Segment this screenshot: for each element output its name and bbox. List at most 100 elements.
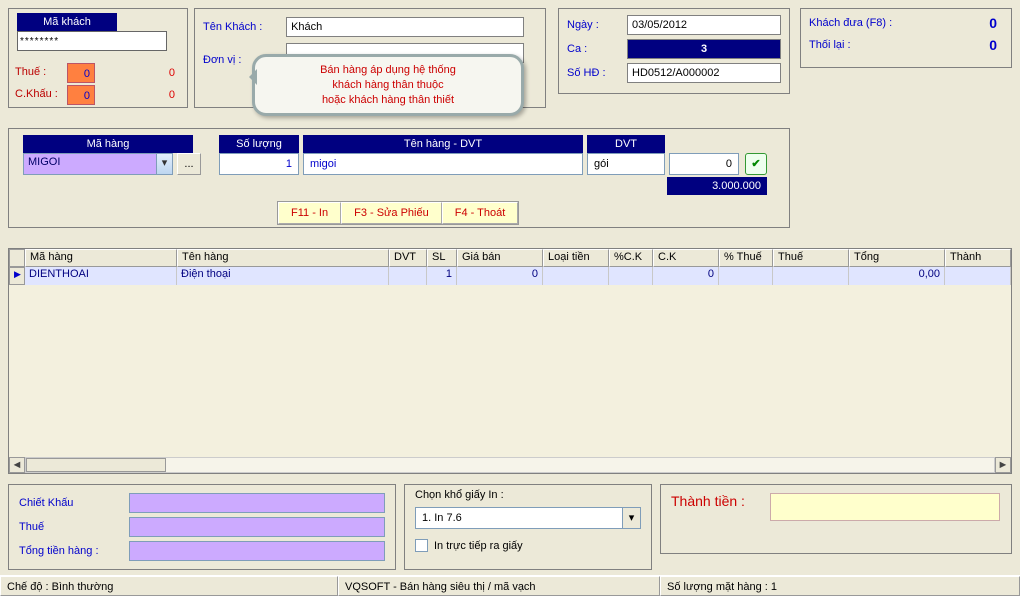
discount-total-value [129, 493, 385, 513]
status-app: VQSOFT - Bán hàng siêu thị / mã vạch [338, 576, 660, 596]
items-grid: Mã hàng Tên hàng DVT SL Giá bán Loại tiề… [8, 248, 1012, 474]
tax-label: Thuế : [15, 63, 67, 78]
tooltip-line: khách hàng thân thuộc [263, 78, 513, 93]
totals-summary-panel: Chiết Khấu Thuế Tổng tiền hàng : [8, 484, 396, 570]
customer-name: Khách [286, 17, 524, 37]
col-header[interactable]: Tổng [849, 249, 945, 267]
discount-pct[interactable]: 0 [67, 85, 95, 105]
direct-print-checkbox[interactable]: In trực tiếp ra giấy [415, 539, 641, 552]
invoice-no-label: Số HĐ : [567, 67, 627, 79]
shift-value: 3 [627, 39, 781, 59]
price-input[interactable]: 0 [669, 153, 739, 175]
paper-size-label: Chọn khổ giấy In : [415, 489, 641, 501]
unit-header: DVT [587, 135, 665, 153]
item-name-header: Tên hàng - DVT [303, 135, 583, 153]
status-count: Số lượng mặt hàng : 1 [660, 576, 1020, 596]
invoice-no-value: HD0512/A000002 [627, 63, 781, 83]
cell[interactable]: Điện thoại [177, 267, 389, 285]
discount-label: C.Khấu : [15, 85, 67, 100]
cell[interactable] [773, 267, 849, 285]
discount-value: 0 [95, 85, 181, 105]
cell[interactable]: 0,00 [849, 267, 945, 285]
f4-exit-button[interactable]: F4 - Thoát [442, 202, 519, 224]
browse-button[interactable]: ... [177, 153, 201, 175]
cash-given-value[interactable]: 0 [919, 15, 1003, 31]
scroll-thumb[interactable] [26, 458, 166, 472]
col-header[interactable]: %C.K [609, 249, 653, 267]
cell[interactable] [543, 267, 609, 285]
checkbox-icon[interactable] [415, 539, 428, 552]
grid-header: Mã hàng Tên hàng DVT SL Giá bán Loại tiề… [9, 249, 1011, 267]
item-code-combo[interactable]: MIGOI ▾ [23, 153, 173, 175]
customer-name-label: Tên Khách : [203, 21, 283, 33]
function-buttons: F11 - In F3 - Sửa Phiếu F4 - Thoát [277, 201, 519, 225]
payment-panel: Khách đưa (F8) : 0 Thối lại : 0 [800, 8, 1012, 68]
tax-total-label: Thuế [19, 521, 129, 533]
status-bar: Chế độ : Bình thường VQSOFT - Bán hàng s… [0, 575, 1020, 595]
col-header[interactable]: DVT [389, 249, 427, 267]
tax-pct[interactable]: 0 [67, 63, 95, 83]
customer-code-header: Mã khách [17, 13, 117, 31]
col-header[interactable]: C.K [653, 249, 719, 267]
f11-print-button[interactable]: F11 - In [278, 202, 341, 224]
col-header[interactable]: % Thuế [719, 249, 773, 267]
cell[interactable]: DIENTHOAI [25, 267, 177, 285]
grand-total-label: Thành tiền : [671, 493, 767, 509]
cell[interactable] [945, 267, 1011, 285]
invoice-meta-panel: Ngày : 03/05/2012 Ca : 3 Số HĐ : HD0512/… [558, 8, 790, 94]
tax-total-value [129, 517, 385, 537]
cell[interactable] [389, 267, 427, 285]
dropdown-icon[interactable]: ▾ [623, 507, 641, 529]
paper-size-text: 1. In 7.6 [415, 507, 623, 529]
subtotal-label: Tổng tiền hàng : [19, 545, 129, 557]
customer-code-input[interactable] [17, 31, 167, 51]
col-header[interactable]: Mã hàng [25, 249, 177, 267]
customer-code-panel: Mã khách Thuế : 0 0 C.Khấu : 0 0 [8, 8, 188, 108]
direct-print-label: In trực tiếp ra giấy [434, 540, 523, 552]
tax-value: 0 [95, 63, 181, 83]
item-entry-panel: Mã hàng MIGOI ▾ ... Số lượng 1 Tên hàng … [8, 128, 790, 228]
cell[interactable] [609, 267, 653, 285]
date-value[interactable]: 03/05/2012 [627, 15, 781, 35]
table-row[interactable]: ▶ DIENTHOAI Điện thoại 1 0 0 0,00 [9, 267, 1011, 285]
shift-label: Ca : [567, 43, 627, 55]
dropdown-icon[interactable]: ▾ [156, 154, 172, 174]
item-code-text: MIGOI [24, 154, 156, 174]
paper-size-select[interactable]: 1. In 7.6 ▾ [415, 507, 641, 529]
col-header[interactable]: Giá bán [457, 249, 543, 267]
print-options-panel: Chọn khổ giấy In : 1. In 7.6 ▾ In trực t… [404, 484, 652, 570]
confirm-button[interactable]: ✔ [745, 153, 767, 175]
date-label: Ngày : [567, 19, 627, 31]
unit-input[interactable]: gói [587, 153, 665, 175]
horizontal-scrollbar[interactable]: ◄ ► [9, 457, 1011, 473]
col-header[interactable]: Tên hàng [177, 249, 389, 267]
col-header[interactable]: Thuế [773, 249, 849, 267]
scroll-right-icon[interactable]: ► [995, 457, 1011, 473]
cell[interactable]: 0 [653, 267, 719, 285]
status-mode: Chế độ : Bình thường [0, 576, 338, 596]
scroll-left-icon[interactable]: ◄ [9, 457, 25, 473]
change-value: 0 [919, 37, 1003, 53]
qty-input[interactable]: 1 [219, 153, 299, 175]
cell[interactable]: 0 [457, 267, 543, 285]
hint-tooltip: Bán hàng áp dụng hệ thống khách hàng thâ… [252, 54, 524, 116]
f3-edit-button[interactable]: F3 - Sửa Phiếu [341, 202, 442, 224]
grand-total-value [770, 493, 1000, 521]
col-header[interactable]: SL [427, 249, 457, 267]
change-label: Thối lại : [809, 39, 919, 51]
col-header[interactable]: Loại tiền [543, 249, 609, 267]
tooltip-line: Bán hàng áp dụng hệ thống [263, 63, 513, 78]
total-price-label: 3.000.000 [667, 177, 767, 195]
tooltip-line: hoặc khách hàng thân thiết [263, 93, 513, 108]
row-indicator-icon: ▶ [9, 267, 25, 285]
subtotal-value [129, 541, 385, 561]
scroll-track[interactable] [25, 457, 995, 473]
item-name-input[interactable]: migoi [303, 153, 583, 175]
col-header[interactable]: Thành [945, 249, 1011, 267]
cash-given-label: Khách đưa (F8) : [809, 17, 919, 29]
cell[interactable] [719, 267, 773, 285]
row-selector-header [9, 249, 25, 267]
qty-header: Số lượng [219, 135, 299, 153]
discount-total-label: Chiết Khấu [19, 497, 129, 509]
cell[interactable]: 1 [427, 267, 457, 285]
